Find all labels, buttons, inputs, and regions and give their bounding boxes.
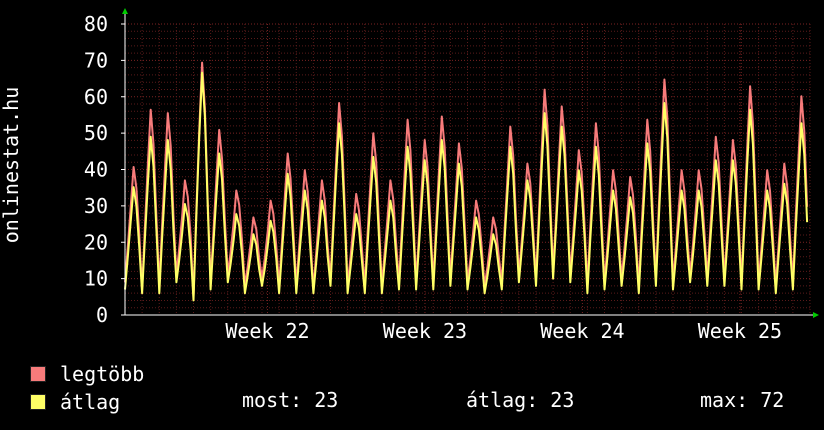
legend-label-avg: átlag — [60, 390, 121, 414]
y-tick-label: 20 — [84, 230, 108, 254]
stat-now: most: 23 — [242, 388, 339, 412]
legend-swatch-max — [30, 366, 46, 382]
y-axis-label: onlinestat.hu — [0, 87, 23, 244]
x-tick-label: Week 24 — [540, 319, 624, 343]
y-tick-label: 60 — [84, 85, 108, 109]
x-tick-label: Week 23 — [383, 319, 467, 343]
legend-swatch-avg — [30, 394, 46, 410]
y-tick-label: 0 — [96, 303, 108, 327]
y-tick-label: 10 — [84, 267, 108, 291]
y-axis-arrow — [122, 8, 128, 14]
y-tick-label: 50 — [84, 121, 108, 145]
legend-label-max: legtöbb — [60, 362, 145, 386]
x-axis-ticks: Week 22 Week 23 Week 24 Week 25 — [225, 319, 782, 343]
legend-item-avg: átlag — [30, 390, 121, 414]
x-tick-label: Week 25 — [698, 319, 782, 343]
legend-item-max: legtöbb — [30, 362, 145, 386]
line-chart: 01020304050607080 Week 22 Week 23 Week 24 W… — [0, 8, 819, 343]
stat-average: átlag: 23 — [466, 388, 575, 412]
y-tick-label: 30 — [84, 194, 108, 218]
x-tick-label: Week 22 — [225, 319, 309, 343]
y-tick-label: 40 — [84, 158, 108, 182]
y-axis-ticks: 0 10 20 30 40 50 60 70 80 — [84, 12, 108, 327]
stat-max: max: 72 — [700, 388, 785, 412]
x-axis-arrow — [813, 312, 819, 318]
y-tick-label: 70 — [84, 48, 108, 72]
y-tick-label: 80 — [84, 12, 108, 36]
series-lines — [124, 61, 809, 302]
